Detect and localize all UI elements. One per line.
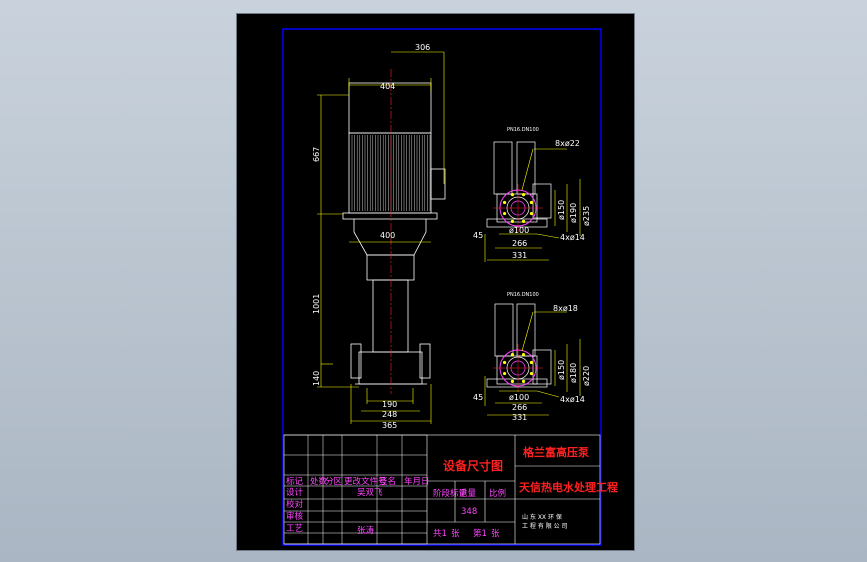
header-cell: 标记: [286, 476, 304, 487]
detail2-w1: 266: [512, 403, 527, 412]
detail1-w2: 331: [512, 251, 527, 260]
cad-viewport[interactable]: 306 404 667 400 1001 140 190 248 365 PN1…: [236, 13, 635, 551]
company-line-2: 工 程 有 限 公 司: [522, 522, 568, 530]
row-label: 工艺: [286, 524, 303, 534]
dim-base-1: 190: [382, 400, 397, 409]
bolt-hole: [521, 353, 526, 357]
detail2-holes: 8xø18: [553, 304, 578, 313]
drawing-frame: [282, 28, 602, 546]
weight-value: 348: [461, 507, 477, 517]
dim-base-2: 248: [382, 410, 397, 419]
bolt-hole: [529, 360, 533, 365]
detail2-left: 45: [473, 393, 483, 402]
detail2-anchor: 4xø14: [560, 395, 585, 404]
detail2-d3: ø220: [582, 366, 591, 386]
sheet-number-unit: 张: [491, 529, 500, 539]
detail1-left: 45: [473, 231, 483, 240]
flange-detail-1: PN16.DN100 8xø22 ø150 ø190 ø235 ø100 45 …: [473, 127, 591, 262]
bolt-hole: [529, 200, 533, 205]
flange-detail-2: PN16.DN100 8xø18 ø150 ø180 ø220 ø100 45 …: [473, 292, 591, 422]
designer-name: 吴双飞: [357, 488, 383, 498]
detail2-label: PN16.DN100: [507, 292, 539, 298]
dim-base-top: 400: [380, 231, 395, 240]
row-label: 审核: [286, 511, 304, 522]
dim-base-3: 365: [382, 421, 397, 430]
pump-drawing: 306 404 667 400 1001 140 190 248 365 PN1…: [282, 28, 618, 546]
title-block-grid: [284, 434, 427, 545]
bolt-hole: [503, 211, 507, 216]
craft-name: 张涛: [357, 525, 375, 536]
detail1-holes: 8xø22: [555, 139, 580, 148]
dim-motor-width: 404: [380, 82, 395, 91]
company-line-1: 山 东 XX 环 保: [522, 513, 562, 521]
scale-label: 比例: [489, 488, 506, 499]
bolt-hole: [521, 193, 526, 197]
header-cell: 签名: [379, 476, 396, 487]
detail1-label: PN16.DN100: [507, 127, 539, 133]
bolt-hole: [510, 193, 515, 197]
sheet-number: 第1: [473, 528, 487, 539]
sheet-count: 共1: [433, 529, 447, 539]
dim-motor-height: 667: [312, 147, 321, 162]
detail1-anchor: 4xø14: [560, 233, 585, 242]
bolt-hole: [503, 371, 507, 376]
detail2-w2: 331: [512, 413, 527, 422]
detail1-d2: ø190: [569, 203, 578, 223]
weight-label: 重量: [459, 488, 477, 499]
detail2-d1: ø150: [557, 360, 566, 380]
bolt-hole: [503, 360, 507, 365]
detail1-d1: ø150: [557, 200, 566, 220]
header-cell: 年月日: [404, 476, 430, 487]
drawing-name: 设备尺寸图: [443, 458, 503, 473]
dim-top-width: 306: [415, 43, 430, 52]
detail1-bore: ø100: [509, 226, 529, 235]
bolt-hole: [521, 379, 526, 383]
sheet-count-unit: 张: [451, 529, 460, 539]
detail2-d2: ø180: [569, 363, 578, 383]
bolt-hole: [521, 219, 526, 223]
bolt-hole: [510, 353, 515, 357]
bolt-hole: [529, 371, 533, 376]
title-block-header: 标记 处数分区 更改文件号签名 年月日: [286, 476, 430, 487]
bolt-hole: [510, 379, 515, 383]
row-label: 校对: [286, 499, 304, 510]
row-label: 设计: [286, 487, 304, 498]
detail1-w1: 266: [512, 239, 527, 248]
header-cell: 分区: [325, 477, 343, 487]
bolt-hole: [510, 219, 515, 223]
detail2-bore: ø100: [509, 393, 529, 402]
bolt-hole: [529, 211, 533, 216]
title-block-rows: 设计校对审核工艺: [286, 487, 304, 534]
detail1-d3: ø235: [582, 206, 591, 226]
dim-pump-height: 1001: [312, 294, 321, 314]
project-name: 天信热电水处理工程: [519, 480, 618, 494]
bolt-hole: [503, 200, 507, 205]
dim-bottom-offset: 140: [312, 371, 321, 386]
product-name: 格兰富高压泵: [523, 445, 589, 459]
